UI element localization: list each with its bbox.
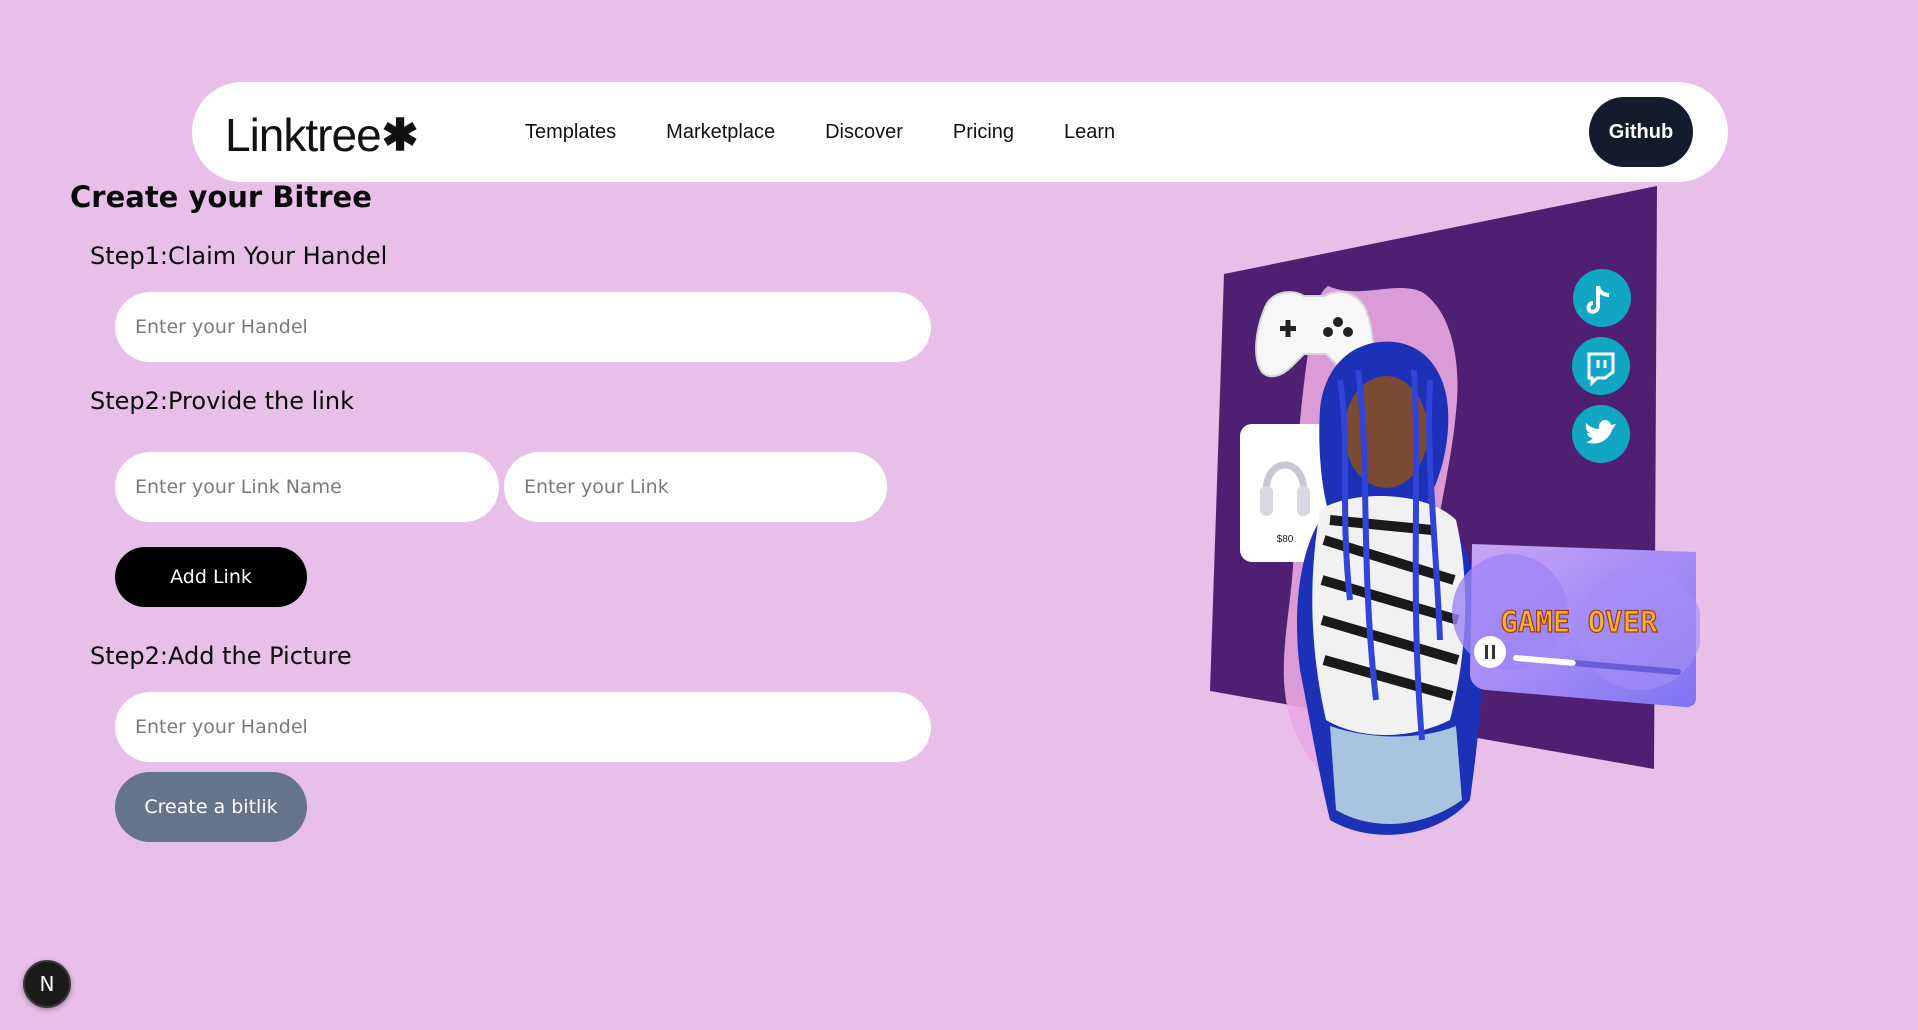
linktree-logo[interactable]: Linktree ✱	[225, 108, 419, 162]
pause-icon[interactable]	[1474, 636, 1506, 668]
github-button[interactable]: Github	[1589, 97, 1693, 167]
tiktok-icon[interactable]	[1573, 269, 1631, 327]
page-title: Create your Bitree	[70, 180, 372, 214]
nav-link-marketplace[interactable]: Marketplace	[666, 120, 775, 144]
nav-link-templates[interactable]: Templates	[525, 120, 616, 144]
link-name-input[interactable]	[115, 452, 499, 522]
product-price: $80	[1277, 534, 1294, 545]
create-bitlink-button[interactable]: Create a bitlik	[115, 772, 307, 842]
top-navbar: Linktree ✱ Templates Marketplace Discove…	[192, 82, 1728, 182]
step2-heading: Step2:Provide the link	[90, 387, 355, 415]
picture-input[interactable]	[115, 692, 931, 762]
twitch-icon[interactable]	[1572, 337, 1630, 395]
game-over-text: GAME OVER	[1500, 605, 1658, 639]
step3-heading: Step2:Add the Picture	[90, 642, 352, 670]
dev-badge[interactable]: N	[23, 960, 71, 1008]
add-link-button[interactable]: Add Link	[115, 547, 307, 607]
logo-text: Linktree	[225, 109, 382, 161]
nav-link-learn[interactable]: Learn	[1064, 120, 1115, 144]
link-url-input[interactable]	[504, 452, 887, 522]
hero-illustration: $80 GAME OVER	[1210, 186, 1700, 835]
game-over-card: GAME OVER	[1452, 544, 1700, 708]
nav-links: Templates Marketplace Discover Pricing L…	[525, 120, 1115, 144]
step1-heading: Step1:Claim Your Handel	[90, 242, 388, 270]
handle-input[interactable]	[115, 292, 931, 362]
nav-link-discover[interactable]: Discover	[825, 120, 903, 144]
social-icons	[1572, 269, 1631, 463]
logo-asterisk-icon: ✱	[381, 110, 419, 160]
nav-link-pricing[interactable]: Pricing	[953, 120, 1014, 144]
